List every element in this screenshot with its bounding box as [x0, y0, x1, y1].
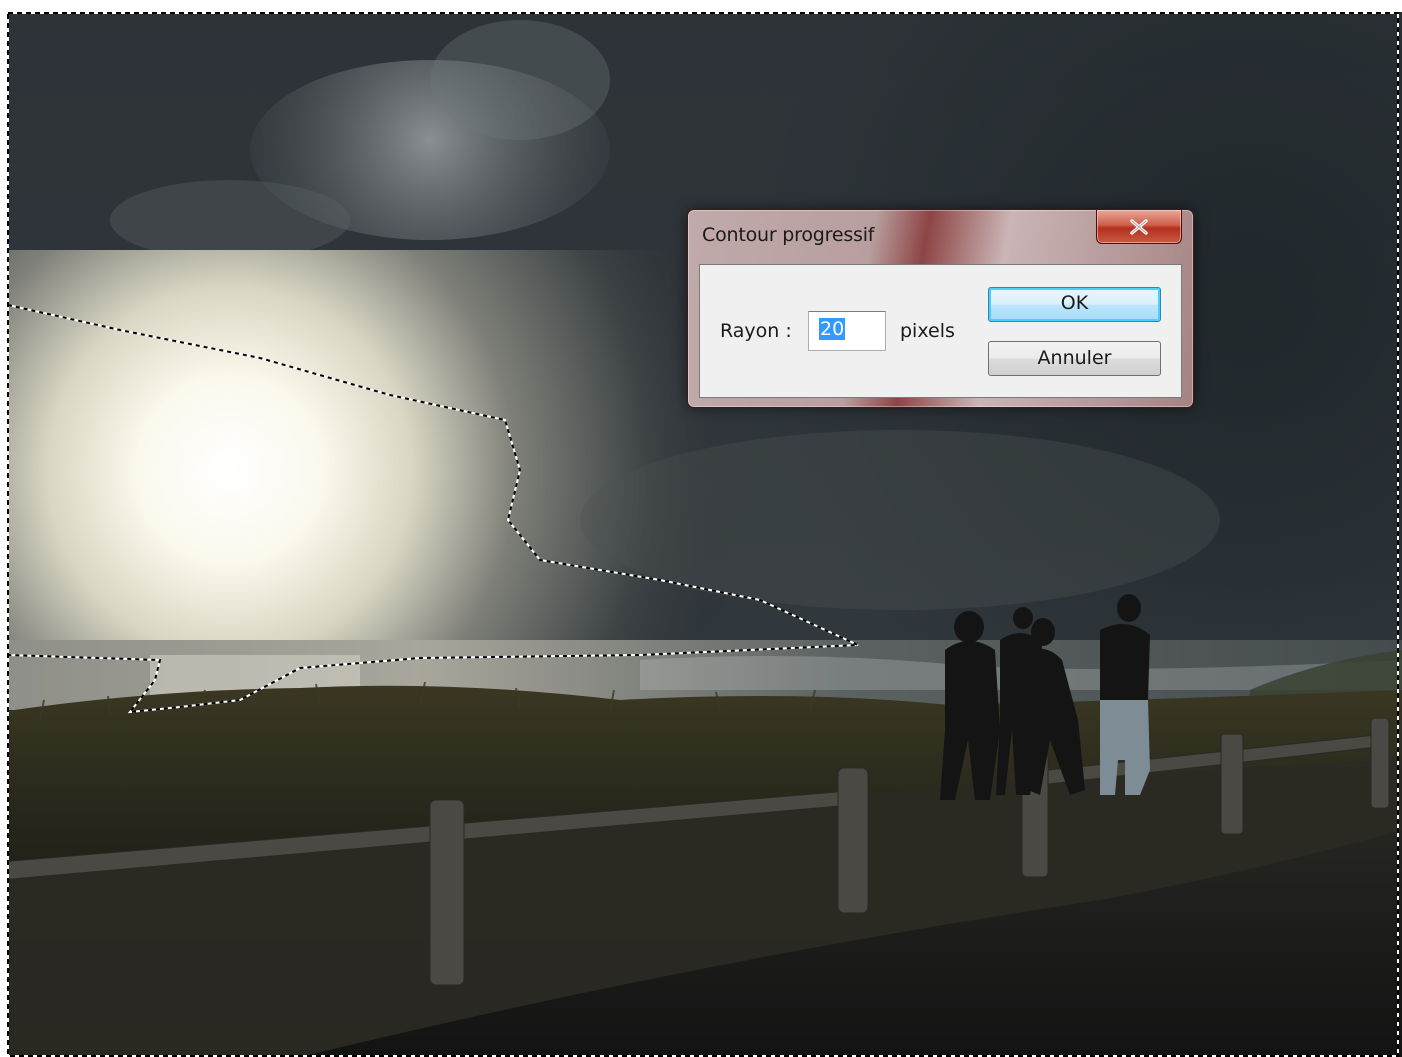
ok-button[interactable]: OK — [988, 287, 1161, 322]
dialog-body: Rayon : 20 pixels OK Annuler — [699, 264, 1182, 398]
cancel-button[interactable]: Annuler — [988, 341, 1161, 376]
dialog-title: Contour progressif — [702, 224, 875, 246]
radius-input[interactable]: 20 — [808, 311, 886, 351]
photo-storm-beach-scene — [0, 0, 1402, 1057]
radius-value: 20 — [819, 318, 846, 340]
close-icon — [1130, 218, 1148, 235]
image-canvas[interactable]: Contour progressif Rayon : 20 pixels OK … — [0, 0, 1402, 1057]
feather-dialog[interactable]: Contour progressif Rayon : 20 pixels OK … — [687, 209, 1194, 408]
close-button[interactable] — [1096, 210, 1182, 244]
radius-label: Rayon : — [720, 320, 792, 342]
unit-label: pixels — [900, 320, 955, 342]
